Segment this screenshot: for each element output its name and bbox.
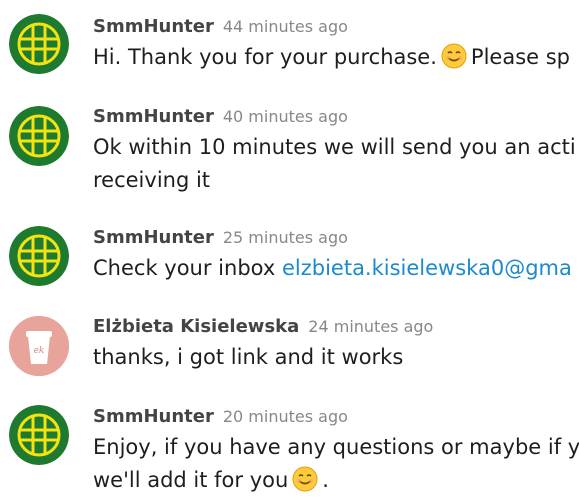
message-text: Check your inbox elzbieta.kisielewska0@g…: [93, 252, 579, 285]
message-text: Enjoy, if you have any questions or mayb…: [93, 431, 579, 497]
email-link[interactable]: elzbieta.kisielewska0@gma: [282, 256, 572, 280]
message-line: thanks, i got link and it works: [93, 345, 404, 369]
message-text: Ok within 10 minutes we will send you an…: [93, 131, 579, 197]
timestamp: 40 minutes ago: [222, 107, 348, 126]
author-name[interactable]: Elżbieta Kisielewska: [93, 316, 299, 337]
message-header: SmmHunter 20 minutes ago: [93, 406, 348, 427]
message-text: Hi. Thank you for your purchase. Please s…: [93, 41, 579, 74]
svg-text:ek: ek: [34, 346, 45, 356]
smiling-face-emoji-icon: [292, 466, 318, 492]
smmhunter-avatar[interactable]: [9, 226, 69, 286]
message-header: Elżbieta Kisielewska 24 minutes ago: [93, 316, 433, 337]
author-name[interactable]: SmmHunter: [93, 106, 214, 127]
timestamp: 24 minutes ago: [308, 317, 434, 336]
message-line: Ok within 10 minutes we will send you an…: [93, 135, 576, 159]
message-fragment: .: [322, 468, 329, 492]
timestamp: 20 minutes ago: [222, 407, 348, 426]
author-name[interactable]: SmmHunter: [93, 16, 214, 37]
message-line: Please sp: [470, 45, 570, 69]
message-header: SmmHunter 25 minutes ago: [93, 227, 348, 248]
message-line: receiving it: [93, 168, 211, 192]
smmhunter-avatar[interactable]: [9, 405, 69, 465]
smmhunter-avatar[interactable]: [9, 106, 69, 166]
user-avatar[interactable]: ek: [9, 316, 69, 376]
author-name[interactable]: SmmHunter: [93, 406, 214, 427]
message-line: we'll add it for you.: [93, 464, 579, 497]
message-header: SmmHunter 40 minutes ago: [93, 106, 348, 127]
smmhunter-avatar[interactable]: [9, 14, 69, 74]
message-fragment: we'll add it for you: [93, 468, 289, 492]
message-header: SmmHunter 44 minutes ago: [93, 16, 348, 37]
message-line: Check your inbox: [93, 256, 276, 280]
message-text: thanks, i got link and it works: [93, 341, 579, 374]
coffee-cup-icon: ek: [9, 316, 69, 376]
timestamp: 25 minutes ago: [222, 228, 348, 247]
message-line: Enjoy, if you have any questions or mayb…: [93, 435, 579, 459]
timestamp: 44 minutes ago: [222, 17, 348, 36]
smiling-face-emoji-icon: [441, 43, 467, 69]
author-name[interactable]: SmmHunter: [93, 227, 214, 248]
message-line: Hi. Thank you for your purchase.: [93, 45, 437, 69]
